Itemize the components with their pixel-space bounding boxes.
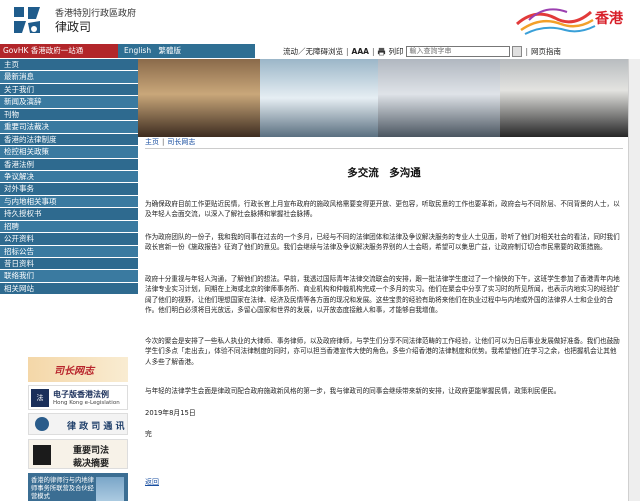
header: 香港特別行政區政府 律政司 香港 [0,0,640,40]
sidebar-item-judgments[interactable]: 重要司法裁决 [0,121,138,134]
banner-photo-1 [138,59,260,137]
tools-bar: 流动／无障碍浏览 | AAA | 列印 | 网页指南 [283,45,561,57]
banner-law-firm-association[interactable]: 香港的律师行与内地律师事务所联营及合伙经营模式 [28,473,128,501]
sidebar-item-legal-system[interactable]: 香港的法律制度 [0,133,138,147]
lang-traditional-link[interactable]: 繁體版 [158,46,181,55]
divider: | [346,46,349,56]
banner-photo-4 [500,59,628,137]
newsletter-logo-icon [35,417,49,431]
breadcrumb: 主页 | 司长网志 [145,137,195,147]
printer-icon[interactable] [377,47,386,56]
brand-hk-text: 香港 [595,11,623,27]
article-paragraph-2: 作为政府团队的一份子，我和我的同事在过去的一个多月，已经与不同的法律团体和法律及… [145,233,620,252]
search-button[interactable] [512,45,523,57]
font-size-link[interactable]: AAA [352,47,369,56]
mobile-accessible-link[interactable]: 流动／无障碍浏览 [283,46,343,57]
sidebar-item-open-data[interactable]: 公开资料 [0,233,138,246]
sidebar-menu: 主页 最新消息 关于我们 新闻及演辞 刊物 重要司法裁决 香港的法律制度 检控相… [0,59,138,296]
main-content: 主页 | 司长网志 多交流 多沟通 为确保政府目前工作更贴近民情，行政长官上月宣布政… [145,135,623,501]
banner-photo-2 [260,59,378,137]
article-paragraph-5: 与年轻的法律学生会面是律政司配合政府施政新风格的第一步，我与律政司的同事会继续带… [145,387,561,395]
sidebar-item-contact[interactable]: 联络我们 [0,270,138,283]
sidebar-item-external-affairs[interactable]: 对外事务 [0,183,138,196]
banner-elegislation-title: 电子版香港法例 [53,390,109,399]
site-guide-link[interactable]: 网页指南 [531,46,561,57]
search-input[interactable] [406,45,511,57]
scrollbar[interactable] [628,59,640,501]
elegislation-logo-icon: 法 [31,389,49,407]
page-title: 多交流 多沟通 [347,167,421,179]
sidebar-item-press[interactable]: 新闻及演辞 [0,96,138,109]
sidebar-item-latest-news[interactable]: 最新消息 [0,71,138,84]
sidebar: 主页 最新消息 关于我们 新闻及演辞 刊物 重要司法裁决 香港的法律制度 检控相… [0,59,138,501]
divider: | [371,46,375,56]
banner-elegislation-sub: Hong Kong e-Legislation [53,400,120,406]
govhk-link[interactable]: GovHK 香港政府一站通 [0,44,118,58]
article-paragraph-1: 为确保政府目前工作更贴近民情，行政长官上月宣布政府的施政风格需要变得更开放、更包… [145,200,620,219]
lang-english-link[interactable]: English [124,46,151,55]
article-date: 2019年8月15日 [145,409,196,417]
sidebar-item-poa[interactable]: 持久授权书 [0,208,138,221]
breadcrumb-blog-link[interactable]: 司长网志 [167,138,195,146]
print-link[interactable]: 列印 [388,46,403,57]
language-bar: English 繁體版 [118,44,255,58]
banner-law-firm-text: 香港的律师行与内地律师事务所联营及合伙经营模式 [31,477,94,500]
photo-banner [138,59,628,137]
breadcrumb-separator: | [162,138,165,146]
doj-emblem-icon[interactable] [8,3,46,37]
sidebar-item-tenders[interactable]: 招标公告 [0,245,138,258]
article-end-mark: 完 [145,430,152,438]
sidebar-item-related-sites[interactable]: 相关网站 [0,282,138,296]
banner-judgments-line1: 重要司法 [73,446,110,456]
banner-column-blog[interactable]: 司长网志 [28,357,128,382]
banner-judgments-line2: 裁决摘要 [73,459,110,469]
sidebar-item-home[interactable]: 主页 [0,59,138,72]
department-title: 律政司 [55,20,92,34]
article-paragraph-3: 政府十分重视与年轻人沟通，了解他们的想法。早前，我透过国际青年法律交流联会的安排… [145,275,620,314]
sidebar-item-about-us[interactable]: 关于我们 [0,83,138,97]
sidebar-item-laws[interactable]: 香港法例 [0,158,138,171]
divider [145,148,623,149]
breadcrumb-home-link[interactable]: 主页 [145,138,159,146]
sidebar-item-archive[interactable]: 昔日资料 [0,258,138,271]
banner-newsletter[interactable]: 律 政 司 通 讯 [28,413,128,435]
back-link[interactable]: 返回 [145,477,159,487]
divider: | [525,46,529,56]
gavel-icon [33,445,51,465]
banner-photo-3 [378,59,500,137]
article-paragraph-4: 今次的聚会是安排了一些私人执业的大律师、事务律师，以及政府律师，与学生们分享不同… [145,337,620,366]
sidebar-item-publications[interactable]: 刊物 [0,108,138,122]
banner-judgments[interactable]: 重要司法 裁决摘要 [28,439,128,469]
sidebar-item-dispute-resolution[interactable]: 争议解决 [0,170,138,184]
banner-elegislation[interactable]: 法 电子版香港法例 Hong Kong e-Legislation [28,385,128,410]
sidebar-item-mainland[interactable]: 与内地相关事项 [0,195,138,209]
sidebar-item-prosecution[interactable]: 检控相关政策 [0,146,138,159]
banner-column-title: 司长网志 [54,366,94,377]
banner-newsletter-title: 律 政 司 通 讯 [67,422,125,432]
top-bar: GovHK 香港政府一站通 English 繁體版 流动／无障碍浏览 | AAA… [0,44,640,58]
banner-law-firm-image [96,477,124,501]
sidebar-item-recruitment[interactable]: 招聘 [0,220,138,234]
